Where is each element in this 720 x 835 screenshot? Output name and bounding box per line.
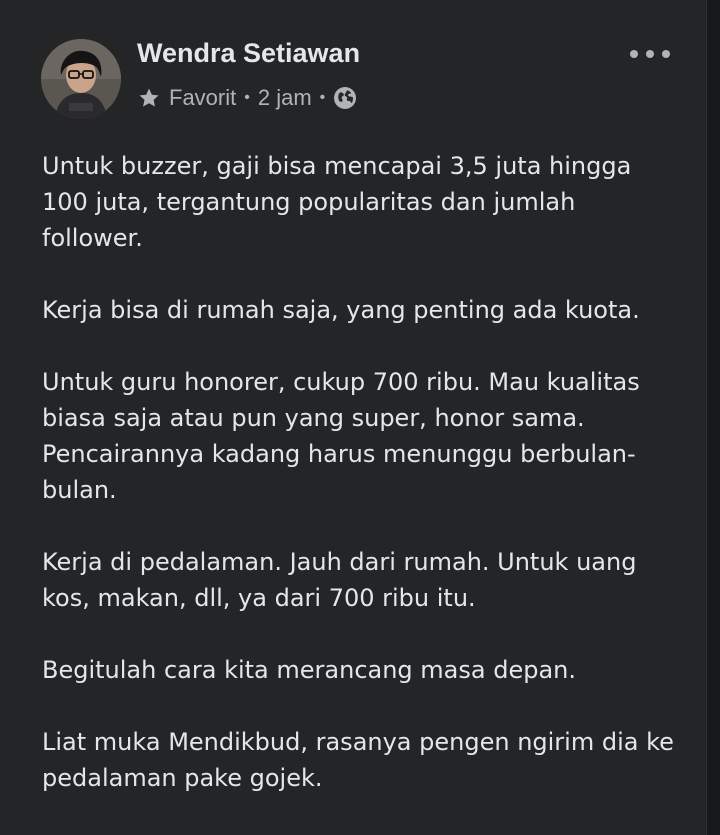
avatar[interactable] (41, 39, 121, 119)
post-card: Wendra Setiawan Favorit • 2 jam • Untuk … (0, 0, 707, 835)
star-icon (139, 88, 159, 107)
post-content: Untuk buzzer, gaji bisa mencapai 3,5 jut… (42, 148, 682, 796)
more-options-icon (646, 50, 654, 58)
post-paragraph: Liat muka Mendikbud, rasanya pengen ngir… (42, 728, 674, 792)
meta-separator: • (244, 89, 250, 106)
more-options-icon (662, 50, 670, 58)
audience-label[interactable]: Favorit (169, 85, 236, 111)
post-paragraph: Kerja di pedalaman. Jauh dari rumah. Unt… (42, 548, 637, 612)
post-paragraph: Kerja bisa di rumah saja, yang penting a… (42, 296, 640, 324)
more-options-icon (630, 50, 638, 58)
post-paragraph: Untuk guru honorer, cukup 700 ribu. Mau … (42, 368, 640, 504)
avatar-image (41, 39, 121, 119)
post-paragraph: Untuk buzzer, gaji bisa mencapai 3,5 jut… (42, 152, 632, 252)
meta-separator: • (319, 89, 326, 106)
author-name[interactable]: Wendra Setiawan (137, 38, 360, 69)
post-meta: Favorit • 2 jam • (137, 84, 357, 112)
more-options-button[interactable] (630, 42, 670, 66)
post-timestamp[interactable]: 2 jam (258, 85, 312, 111)
post-paragraph: Begitulah cara kita merancang masa depan… (42, 656, 576, 684)
globe-icon[interactable] (333, 86, 357, 110)
